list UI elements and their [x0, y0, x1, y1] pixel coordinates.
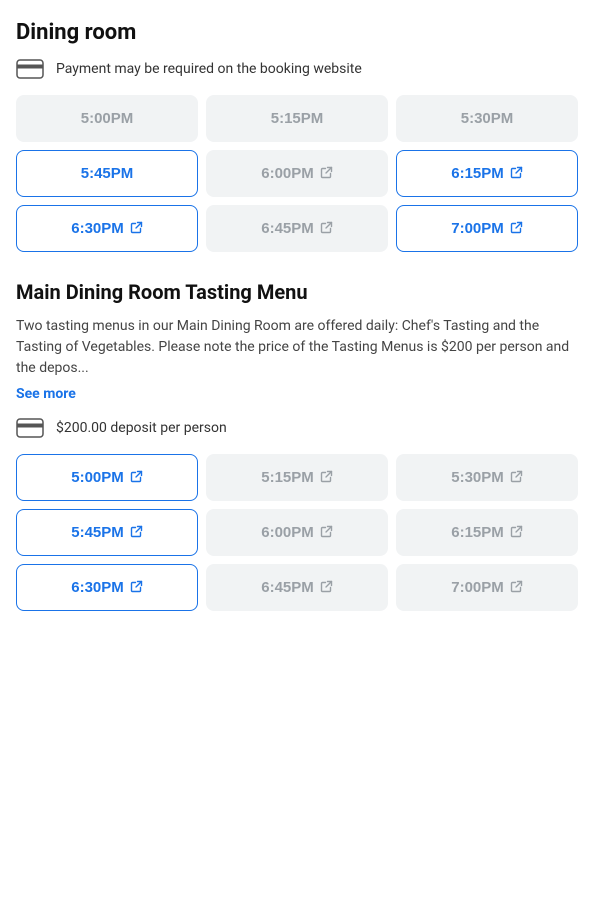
time-label: 6:15PM — [451, 524, 504, 541]
time-label: 6:30PM — [71, 579, 124, 596]
external-link-icon — [320, 470, 333, 486]
time-slot-530pm-unavailable: 5:30PM — [396, 95, 578, 142]
tasting-menu-description: Two tasting menus in our Main Dining Roo… — [16, 316, 578, 379]
see-more-link[interactable]: See more — [16, 386, 76, 402]
payment-notice: Payment may be required on the booking w… — [16, 59, 578, 79]
external-link-icon — [130, 470, 143, 486]
external-link-icon — [510, 470, 523, 486]
card-icon — [16, 59, 44, 79]
time-slot-645pm-external[interactable]: 6:45PM — [206, 205, 388, 252]
deposit-notice-text: $200.00 deposit per person — [56, 420, 227, 436]
external-link-icon — [510, 525, 523, 541]
time-slot-500pm-unavailable: 5:00PM — [16, 95, 198, 142]
time-label: 5:00PM — [71, 469, 124, 486]
external-link-icon — [130, 580, 143, 596]
tm-time-slot-630pm[interactable]: 6:30PM — [16, 564, 198, 611]
tm-time-slot-600pm[interactable]: 6:00PM — [206, 509, 388, 556]
tm-time-slot-615pm[interactable]: 6:15PM — [396, 509, 578, 556]
dining-room-time-grid-1: 5:00PM 5:15PM 5:30PM 5:45PM 6:00PM 6:15P… — [16, 95, 578, 252]
tm-time-slot-500pm[interactable]: 5:00PM — [16, 454, 198, 501]
time-slot-545pm-active[interactable]: 5:45PM — [16, 150, 198, 197]
time-label: 6:00PM — [261, 165, 314, 182]
external-link-icon — [510, 221, 523, 237]
time-label: 6:45PM — [261, 220, 314, 237]
external-link-icon — [320, 166, 333, 182]
external-link-icon — [130, 221, 143, 237]
external-link-icon — [320, 525, 333, 541]
tm-time-slot-515pm[interactable]: 5:15PM — [206, 454, 388, 501]
deposit-notice: $200.00 deposit per person — [16, 418, 578, 438]
time-label: 5:30PM — [451, 469, 504, 486]
external-link-icon — [320, 580, 333, 596]
time-label: 6:45PM — [261, 579, 314, 596]
time-label: 7:00PM — [451, 220, 504, 237]
dining-room-title: Dining room — [16, 20, 578, 45]
tm-time-slot-700pm[interactable]: 7:00PM — [396, 564, 578, 611]
time-label: 5:00PM — [81, 110, 134, 127]
tasting-menu-time-grid: 5:00PM 5:15PM 5:30PM — [16, 454, 578, 611]
time-slot-615pm-active-external[interactable]: 6:15PM — [396, 150, 578, 197]
time-label: 6:00PM — [261, 524, 314, 541]
time-slot-630pm-active-external[interactable]: 6:30PM — [16, 205, 198, 252]
time-label: 5:45PM — [71, 524, 124, 541]
time-label: 7:00PM — [451, 579, 504, 596]
external-link-icon — [510, 580, 523, 596]
tm-time-slot-645pm[interactable]: 6:45PM — [206, 564, 388, 611]
external-link-icon — [510, 166, 523, 182]
card-icon-deposit — [16, 418, 44, 438]
time-label: 6:15PM — [451, 165, 504, 182]
payment-notice-text: Payment may be required on the booking w… — [56, 61, 362, 77]
time-label: 5:15PM — [261, 469, 314, 486]
time-slot-600pm-external[interactable]: 6:00PM — [206, 150, 388, 197]
tasting-menu-title: Main Dining Room Tasting Menu — [16, 280, 578, 304]
time-label: 5:30PM — [461, 110, 514, 127]
tm-time-slot-545pm[interactable]: 5:45PM — [16, 509, 198, 556]
external-link-icon — [320, 221, 333, 237]
time-slot-700pm-active-external[interactable]: 7:00PM — [396, 205, 578, 252]
tm-time-slot-530pm[interactable]: 5:30PM — [396, 454, 578, 501]
time-label: 6:30PM — [71, 220, 124, 237]
external-link-icon — [130, 525, 143, 541]
time-slot-515pm-unavailable: 5:15PM — [206, 95, 388, 142]
time-label: 5:45PM — [81, 165, 134, 182]
time-label: 5:15PM — [271, 110, 324, 127]
